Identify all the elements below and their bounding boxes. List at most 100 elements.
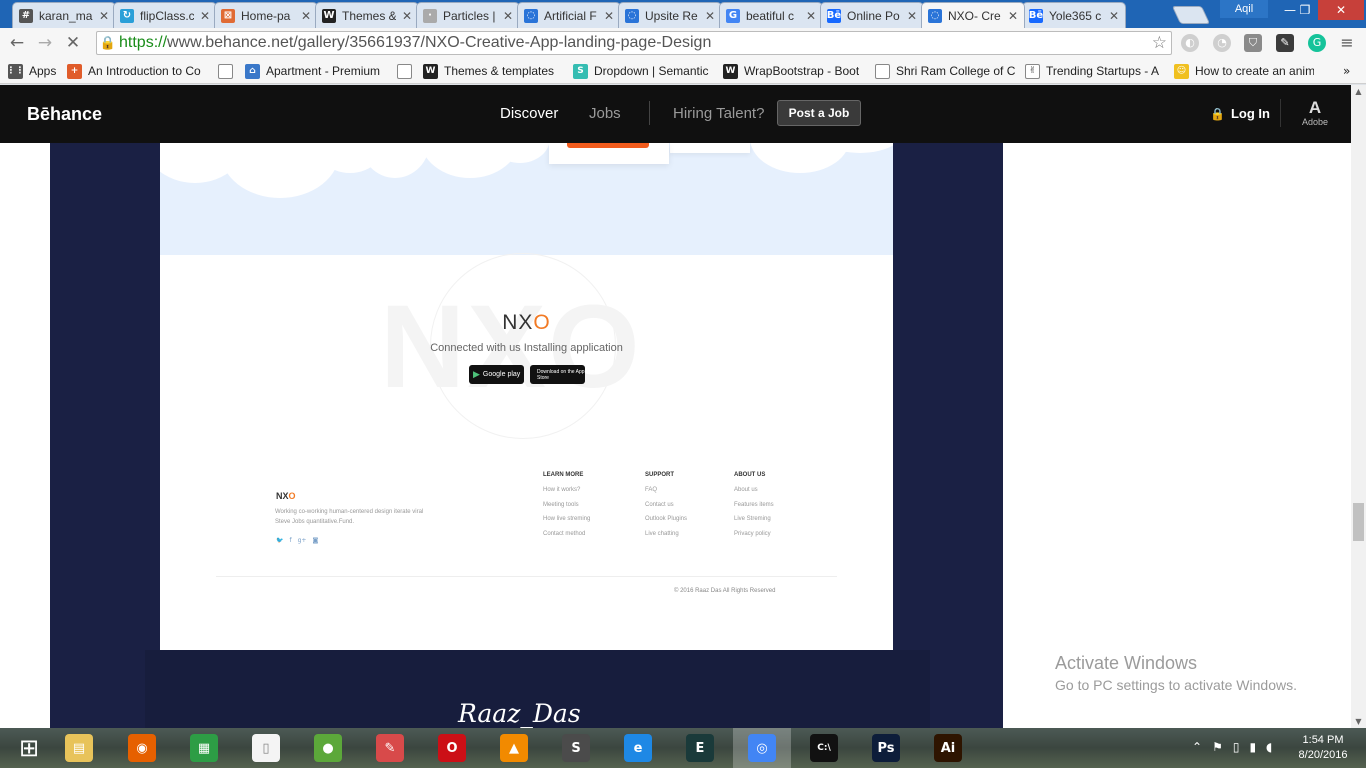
activate-windows-title: Activate Windows [1055, 653, 1198, 673]
nav-hiring-talent[interactable]: Hiring Talent? [673, 105, 764, 122]
sublime-text-taskbar-button[interactable]: S [547, 728, 605, 768]
close-tab-icon[interactable]: ✕ [200, 9, 210, 23]
close-tab-icon[interactable]: ✕ [503, 9, 513, 23]
behance-logo[interactable]: Bēhance [27, 104, 102, 125]
bookmark-item[interactable]: ⋮⋮ Apps [8, 61, 56, 81]
internet-explorer-taskbar-button[interactable]: e [609, 728, 667, 768]
new-tab-button[interactable] [1171, 6, 1211, 24]
chrome-taskbar-button[interactable]: ◎ [733, 728, 791, 768]
browser-tab[interactable]: ◌ NXO- Cre ✕ [921, 2, 1025, 28]
edge-cli-taskbar-button[interactable]: E [671, 728, 729, 768]
browser-tab[interactable]: ◌ Artificial F ✕ [517, 2, 621, 28]
scroll-down-icon[interactable]: ▼ [1351, 717, 1366, 726]
browser-tab[interactable]: ↻ flipClass.c ✕ [113, 2, 217, 28]
scrollbar-thumb[interactable] [1353, 503, 1364, 541]
firefox-icon: ◉ [128, 734, 156, 762]
nav-jobs[interactable]: Jobs [589, 105, 621, 122]
back-icon[interactable]: ← [6, 32, 28, 54]
footer-column-heading: LEARN MORE [543, 472, 584, 478]
bookmark-star-icon[interactable]: ☆ [1152, 33, 1167, 53]
tab-label: Online Po [847, 8, 900, 23]
profile-button[interactable]: Aqil [1220, 0, 1268, 18]
android-app-taskbar-button[interactable]: ● [299, 728, 357, 768]
firefox-taskbar-button[interactable]: ◉ [113, 728, 171, 768]
close-tab-icon[interactable]: ✕ [705, 9, 715, 23]
shield-icon[interactable]: ⛉ [1244, 34, 1262, 52]
mockup-card [670, 143, 750, 153]
extension-icon[interactable]: ◔ [1213, 34, 1231, 52]
bookmark-label: Apps [29, 64, 57, 78]
forward-icon[interactable]: → [34, 32, 56, 54]
file-explorer-taskbar-button[interactable]: ▤ [50, 728, 108, 768]
up-arrow-icon[interactable]: ⌃ [1192, 740, 1202, 754]
close-tab-icon[interactable]: ✕ [604, 9, 614, 23]
plus-icon: + [67, 63, 82, 79]
page-scrollbar[interactable]: ▲ ▼ [1351, 85, 1366, 728]
browser-tab[interactable]: W Themes & ✕ [315, 2, 419, 28]
close-tab-icon[interactable]: ✕ [1109, 9, 1119, 23]
battery-icon[interactable]: ▯ [1233, 740, 1240, 754]
notepad-file-taskbar-button[interactable]: ▯ [237, 728, 295, 768]
browser-tab[interactable]: # karan_ma ✕ [12, 2, 116, 28]
close-tab-icon[interactable]: ✕ [806, 9, 816, 23]
behance-icon: Bē [826, 8, 842, 23]
browser-tab[interactable]: Bē Online Po ✕ [820, 2, 924, 28]
bookmark-item[interactable]: ✌ Trending Startups - A [1025, 61, 1159, 81]
post-job-button[interactable]: Post a Job [777, 100, 861, 126]
bookmark-item[interactable] [218, 61, 233, 81]
sublime-text-icon: S [562, 734, 590, 762]
browser-tab[interactable]: Bē Yole365 c ✕ [1022, 2, 1126, 28]
volume-icon[interactable]: ◖ [1266, 740, 1272, 754]
scroll-up-icon[interactable]: ▲ [1351, 87, 1366, 96]
system-clock[interactable]: 1:54 PM 8/20/2016 [1290, 733, 1356, 763]
illustrator-taskbar-button[interactable]: Ai [919, 728, 977, 768]
photoshop-taskbar-button[interactable]: Ps [857, 728, 915, 768]
browser-tab[interactable]: ◌ Upsite Re ✕ [618, 2, 722, 28]
close-tab-icon[interactable]: ✕ [402, 9, 412, 23]
close-tab-icon[interactable]: ✕ [301, 9, 311, 23]
close-tab-icon[interactable]: ✕ [99, 9, 109, 23]
address-bar[interactable]: 🔒 https://www.behance.net/gallery/356619… [96, 31, 1172, 55]
bookmark-item[interactable]: W WrapBootstrap - Boot [723, 61, 859, 81]
close-window-icon[interactable]: ✕ [1318, 0, 1364, 20]
browser-tab[interactable]: ⊠ Home-pa ✕ [214, 2, 318, 28]
extension-icon[interactable]: ◐ [1181, 34, 1199, 52]
windows-taskbar: ⌃ ⚑ ▯ ▮ ◖ 1:54 PM 8/20/2016 ⊞ ▤ ◉ ▦ ▯ ● ✎ O ▲ Se E… [0, 728, 1366, 768]
flag-icon[interactable]: ⚑ [1212, 740, 1223, 754]
behance-header: Bēhance Discover Jobs Hiring Talent? Pos… [0, 85, 1366, 143]
bookmark-label: Dropdown | Semantic [594, 64, 709, 78]
bookmark-item[interactable]: Shri Ram College of C [875, 61, 1015, 81]
bookmark-item[interactable]: ⌂ Apartment - Premium [245, 61, 380, 81]
google-play-label: Google play [482, 371, 521, 378]
adobe-link[interactable]: A Adobe [1299, 99, 1331, 128]
project-image[interactable]: NXO NXO Connected with us Installing app… [160, 143, 893, 650]
evernote-icon[interactable]: ✎ [1276, 34, 1294, 52]
more-bookmarks-icon[interactable]: » [1343, 61, 1350, 81]
paint-tool-taskbar-button[interactable]: ✎ [361, 728, 419, 768]
bookmark-item[interactable]: S Dropdown | Semantic [573, 61, 709, 81]
close-tab-icon[interactable]: ✕ [1008, 9, 1018, 23]
menu-icon[interactable]: ≡ [1338, 34, 1356, 52]
close-tab-icon[interactable]: ✕ [907, 9, 917, 23]
vlc-icon: ▲ [500, 734, 528, 762]
login-link[interactable]: 🔒 Log In [1210, 106, 1270, 121]
grammarly-icon[interactable]: G [1308, 34, 1326, 52]
bookmark-item[interactable]: W Themes & templates [423, 61, 554, 81]
footer-column-about-us: ABOUT US About us Features items Live Strem… [734, 472, 774, 545]
bookmark-item[interactable]: + An Introduction to Co [67, 61, 201, 81]
browser-tab[interactable]: Gbeatiful c ✕ [719, 2, 823, 28]
vlc-taskbar-button[interactable]: ▲ [485, 728, 543, 768]
bookmark-item[interactable]: ☺ How to create an anim [1174, 61, 1314, 81]
nav-discover[interactable]: Discover [500, 105, 558, 122]
restore-icon[interactable]: ❐ [1290, 0, 1320, 20]
stop-loading-icon[interactable]: ✕ [62, 32, 84, 54]
signal-icon[interactable]: ▮ [1249, 740, 1256, 754]
lock-icon: 🔒 [1210, 106, 1225, 121]
browser-tab[interactable]: · Particles | ✕ [416, 2, 520, 28]
bookmark-item[interactable] [397, 61, 412, 81]
bookmark-label: How to create an anim [1195, 64, 1314, 78]
opera-taskbar-button[interactable]: O [423, 728, 481, 768]
command-prompt-taskbar-button[interactable]: C:\ [795, 728, 853, 768]
windows-store-taskbar-button[interactable]: ▦ [175, 728, 233, 768]
footer-link: Live chatting [645, 530, 679, 537]
